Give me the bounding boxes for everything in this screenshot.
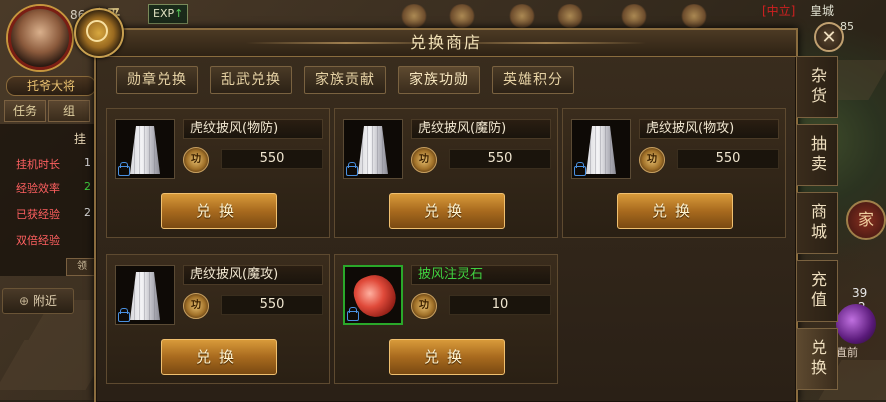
shop-item-card: 虎纹披风(魔防) 功 550 兑换 <box>334 108 558 238</box>
player-title-badge: 托爷大将 <box>6 76 96 96</box>
arrow-up-icon: ↑ <box>174 7 184 20</box>
item-icon-slot[interactable] <box>115 265 175 325</box>
side-tab-recharge[interactable]: 充值 <box>796 260 838 322</box>
crosshair-icon: ⊕ <box>19 294 30 308</box>
shop-emblem-icon <box>74 8 124 58</box>
nearby-label: 附近 <box>32 294 57 308</box>
exchange-button[interactable]: 兑换 <box>389 193 505 229</box>
item-name: 虎纹披风(物攻) <box>639 119 779 139</box>
lock-icon <box>574 162 586 176</box>
map-name: 皇城 <box>810 4 835 18</box>
reward-icon[interactable] <box>508 4 536 28</box>
nearby-button[interactable]: ⊕ 附近 <box>2 288 74 314</box>
lock-icon <box>118 162 130 176</box>
item-name: 虎纹披风(魔防) <box>411 119 551 139</box>
exchange-button[interactable]: 兑换 <box>161 193 277 229</box>
hang-label: 挂 <box>74 132 87 146</box>
side-tab-general-store[interactable]: 杂货 <box>796 56 838 118</box>
side-tab-auction[interactable]: 抽卖 <box>796 124 838 186</box>
shop-item-card: 虎纹披风(物攻) 功 550 兑换 <box>562 108 786 238</box>
tab-hero-points[interactable]: 英雄积分 <box>492 66 574 94</box>
merit-currency-icon: 功 <box>411 147 437 173</box>
item-name: 虎纹披风(魔攻) <box>183 265 323 285</box>
stat-label: 挂机时长 <box>16 158 60 171</box>
item-icon-slot[interactable] <box>343 265 403 325</box>
clan-icon[interactable]: 家 <box>846 200 886 240</box>
item-price: 10 <box>449 295 551 315</box>
exchange-shop-dialog: 兑换商店 勋章兑换 乱武兑换 家族贡献 家族功勋 英雄积分 虎纹披风(物防) 功… <box>94 28 798 402</box>
tab-medal-exchange[interactable]: 勋章兑换 <box>116 66 198 94</box>
activity-icon[interactable] <box>400 4 428 28</box>
shop-item-card: 披风注灵石 功 10 兑换 <box>334 254 558 384</box>
skill-orb-icon[interactable] <box>836 304 876 344</box>
side-tab-mall[interactable]: 商城 <box>796 192 838 254</box>
dialog-title-bar: 兑换商店 <box>96 30 796 57</box>
hang-up-panel: 挂 挂机时长 1 经验效率 2 已获经验 2 双倍经验 <box>0 124 96 276</box>
shop-item-card: 虎纹披风(魔攻) 功 550 兑换 <box>106 254 330 384</box>
dialog-title: 兑换商店 <box>409 33 482 52</box>
exchange-button[interactable]: 兑换 <box>389 339 505 375</box>
exchange-button[interactable]: 兑换 <box>617 193 733 229</box>
stat-value: 2 <box>84 206 91 219</box>
item-price: 550 <box>449 149 551 169</box>
item-icon-slot[interactable] <box>571 119 631 179</box>
merit-currency-icon: 功 <box>183 147 209 173</box>
lock-icon <box>347 307 359 321</box>
lock-icon <box>346 162 358 176</box>
shop-item-card: 虎纹披风(物防) 功 550 兑换 <box>106 108 330 238</box>
stat-label: 经验效率 <box>16 182 60 195</box>
tab-clan-merit[interactable]: 家族功勋 <box>398 66 480 94</box>
side-tab-exchange[interactable]: 兑换 <box>796 328 838 390</box>
item-price: 550 <box>677 149 779 169</box>
item-name: 披风注灵石 <box>411 265 551 285</box>
gift-icon[interactable] <box>556 4 584 28</box>
lock-icon <box>118 308 130 322</box>
merit-currency-icon: 功 <box>639 147 665 173</box>
hud-tab-tasks[interactable]: 任务 <box>4 100 46 122</box>
item-price: 550 <box>221 295 323 315</box>
stat-label: 双倍经验 <box>16 234 60 247</box>
event-icon[interactable] <box>448 4 476 28</box>
item-name: 虎纹披风(物防) <box>183 119 323 139</box>
stat-label: 已获经验 <box>16 208 60 221</box>
close-button[interactable]: ✕ <box>814 22 844 52</box>
stat-value: 2 <box>84 180 91 193</box>
exchange-button[interactable]: 兑换 <box>161 339 277 375</box>
player-avatar[interactable] <box>8 6 72 70</box>
item-icon-slot[interactable] <box>115 119 175 179</box>
ranking-icon[interactable] <box>680 4 708 28</box>
hud-tab-bar: 任务 组 <box>4 100 90 122</box>
merit-currency-icon: 功 <box>183 293 209 319</box>
server-faction-tag: [中立] <box>762 4 796 18</box>
shop-icon[interactable] <box>620 4 648 28</box>
skill-orb-label: 直前 <box>836 346 858 359</box>
hud-tab-team[interactable]: 组 <box>48 100 90 122</box>
currency-tab-bar: 勋章兑换 乱武兑换 家族贡献 家族功勋 英雄积分 <box>116 66 574 94</box>
close-icon: ✕ <box>821 27 837 48</box>
item-price: 550 <box>221 149 323 169</box>
tab-clan-contribution[interactable]: 家族贡献 <box>304 66 386 94</box>
stat-value: 1 <box>84 156 91 169</box>
exp-label: EXP <box>153 7 175 20</box>
tab-chaos-exchange[interactable]: 乱武兑换 <box>210 66 292 94</box>
exp-badge: EXP↑ <box>148 4 189 24</box>
counter-value: 39 <box>852 286 868 300</box>
item-icon-slot[interactable] <box>343 119 403 179</box>
merit-currency-icon: 功 <box>411 293 437 319</box>
